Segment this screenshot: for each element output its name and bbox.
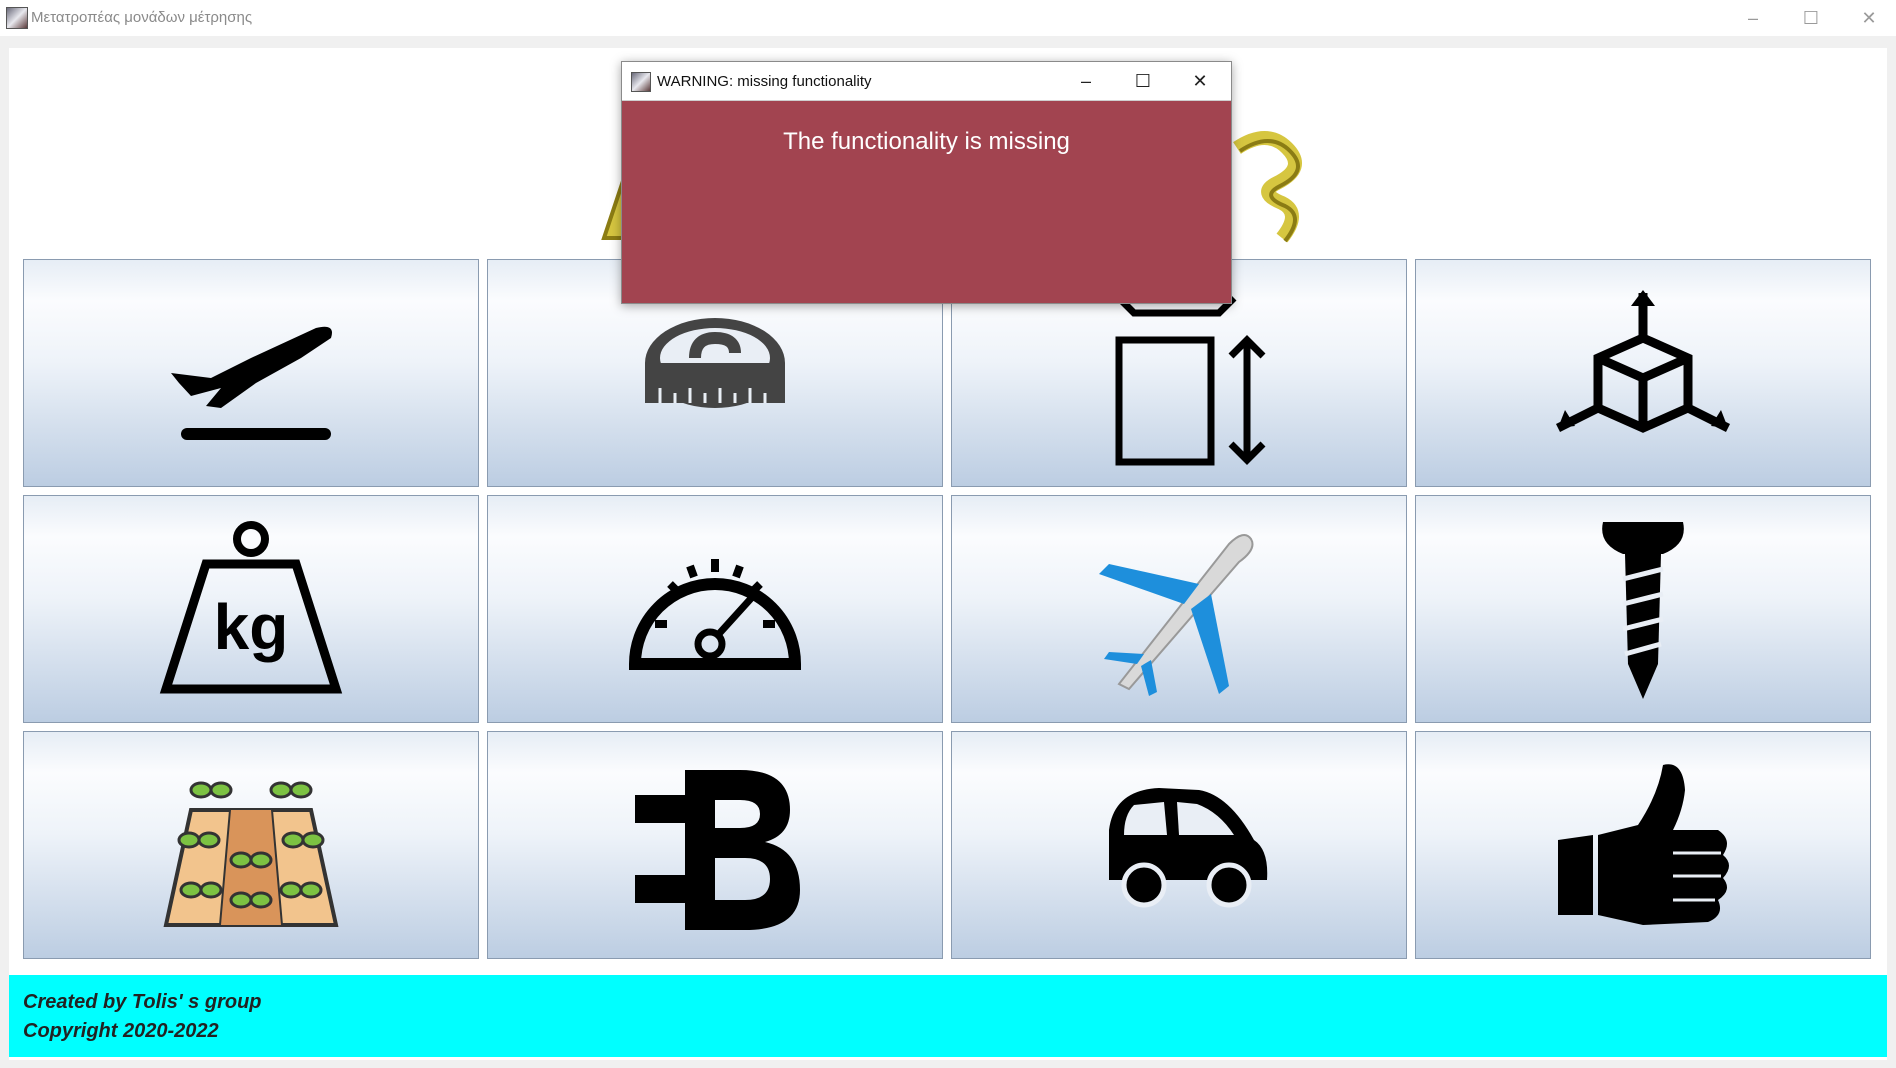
close-button[interactable]: ✕ bbox=[1840, 0, 1896, 36]
area-square-icon bbox=[1115, 295, 1266, 466]
window-titlebar: Μετατροπέας μονάδων μέτρησης – ☐ ✕ bbox=[0, 0, 1896, 36]
dialog-titlebar: WARNING: missing functionality – ☐ ✕ bbox=[622, 62, 1231, 101]
currency-b-icon bbox=[635, 770, 800, 930]
farmland-icon bbox=[163, 781, 339, 927]
measuring-tape-icon bbox=[645, 318, 785, 408]
tile-volume[interactable] bbox=[1415, 259, 1871, 487]
tile-screw[interactable] bbox=[1415, 495, 1871, 723]
dialog-app-icon bbox=[631, 72, 651, 92]
footer-credits: Created by Tolis' s group bbox=[23, 991, 262, 1013]
airplane-takeoff-icon bbox=[171, 326, 332, 440]
car-icon bbox=[1109, 788, 1268, 908]
tile-speed[interactable] bbox=[487, 495, 943, 723]
tile-thumbs-up[interactable] bbox=[1415, 731, 1871, 959]
dialog-title: WARNING: missing functionality bbox=[657, 73, 872, 90]
svg-text:kg: kg bbox=[214, 591, 289, 663]
tile-airplane[interactable] bbox=[951, 495, 1407, 723]
tile-currency[interactable] bbox=[487, 731, 943, 959]
warning-dialog: WARNING: missing functionality – ☐ ✕ The… bbox=[621, 61, 1232, 304]
screw-icon bbox=[1602, 522, 1684, 699]
app-icon bbox=[6, 7, 28, 29]
footer-copyright: Copyright 2020-2022 bbox=[23, 1020, 219, 1042]
weight-kg-icon: kg bbox=[159, 521, 343, 694]
tile-car[interactable] bbox=[951, 731, 1407, 959]
dialog-maximize-button[interactable]: ☐ bbox=[1114, 62, 1172, 100]
maximize-button[interactable]: ☐ bbox=[1782, 0, 1840, 36]
logo-right-fragment bbox=[1233, 131, 1302, 243]
volume-cube-icon bbox=[1555, 290, 1731, 433]
minimize-button[interactable]: – bbox=[1724, 0, 1782, 36]
dialog-minimize-button[interactable]: – bbox=[1057, 62, 1115, 100]
tile-farmland[interactable] bbox=[23, 731, 479, 959]
speedometer-icon bbox=[628, 559, 802, 670]
dialog-close-button[interactable]: ✕ bbox=[1171, 62, 1229, 100]
tile-airplane-takeoff[interactable] bbox=[23, 259, 479, 487]
airplane-icon bbox=[1099, 534, 1254, 696]
thumbs-up-icon bbox=[1558, 764, 1729, 925]
window-title: Μετατροπέας μονάδων μέτρησης bbox=[31, 9, 253, 26]
dialog-message: The functionality is missing bbox=[783, 128, 1070, 155]
tile-weight[interactable]: kg bbox=[23, 495, 479, 723]
footer-banner: Created by Tolis' s group Copyright 2020… bbox=[9, 975, 1887, 1057]
